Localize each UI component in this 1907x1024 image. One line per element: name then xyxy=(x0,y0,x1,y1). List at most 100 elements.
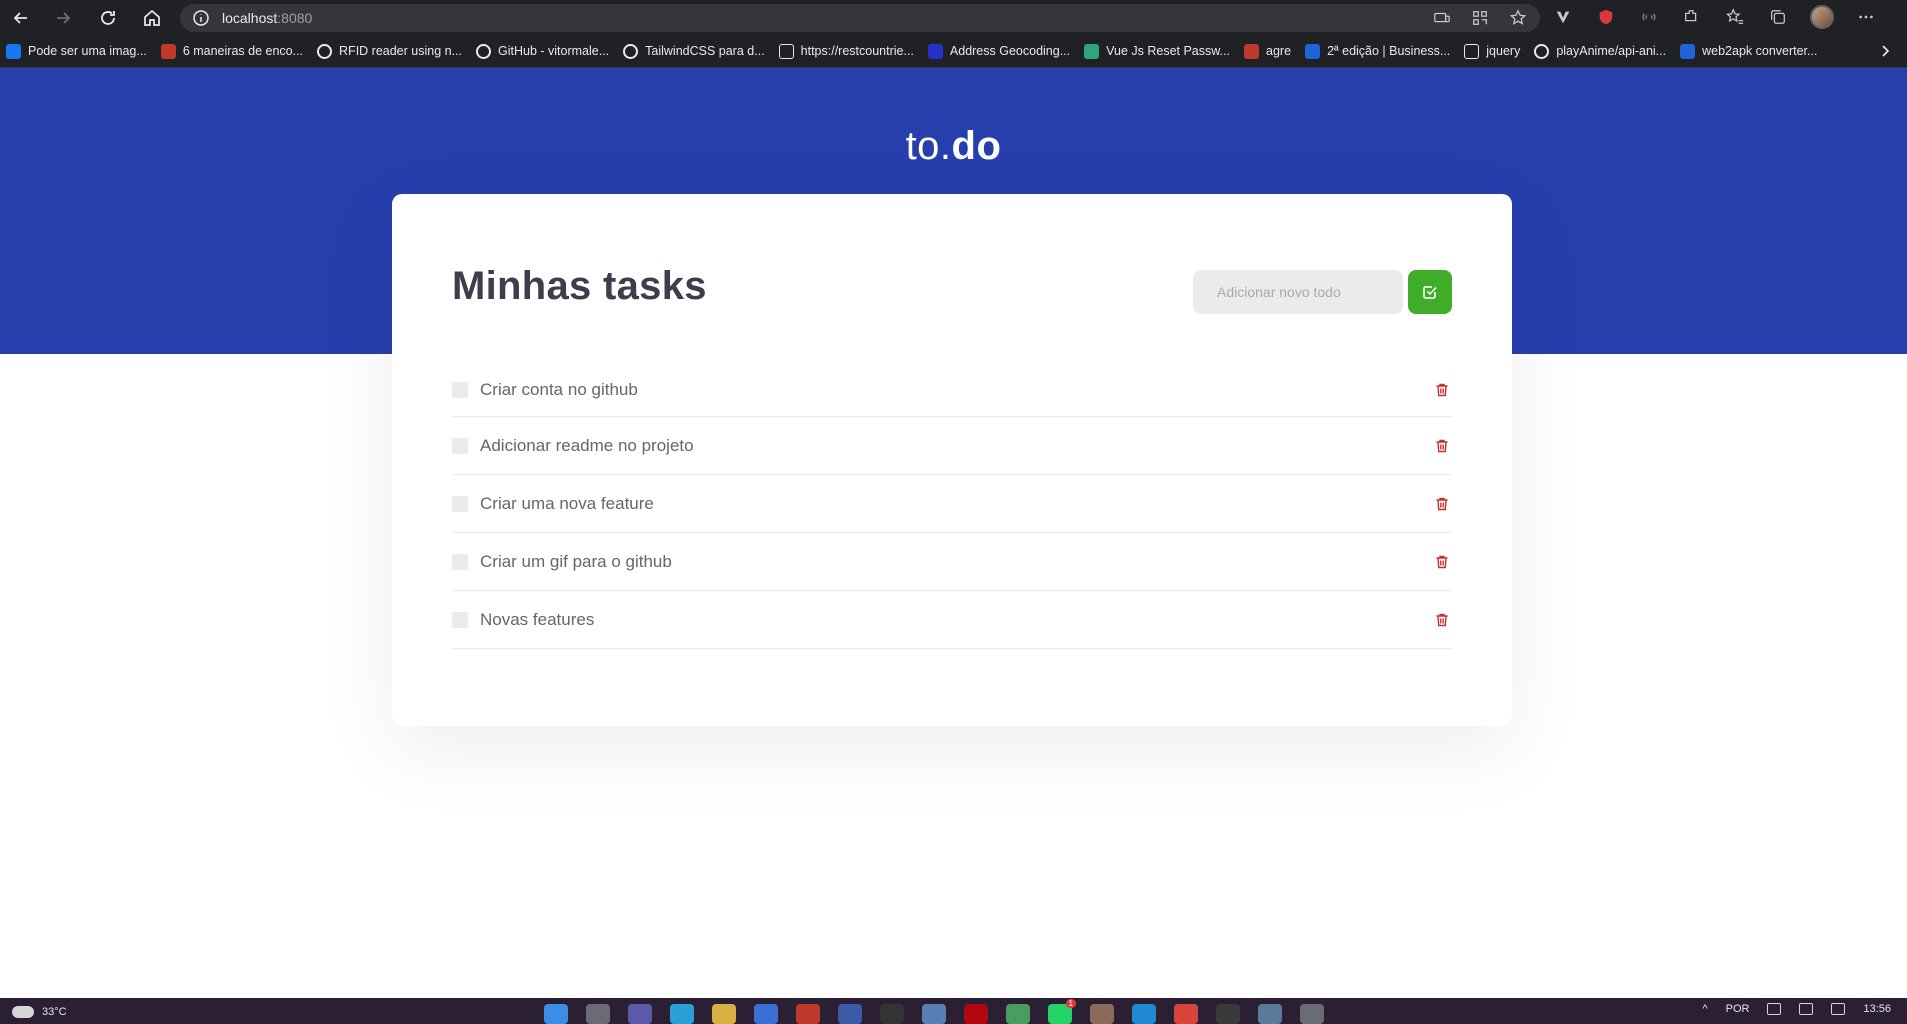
profile-avatar[interactable] xyxy=(1810,5,1834,29)
whatsapp-icon[interactable]: 1 xyxy=(1048,999,1076,1024)
app-icon-5[interactable] xyxy=(1216,1004,1240,1024)
agre-icon xyxy=(1244,43,1260,59)
app-available-icon[interactable] xyxy=(1432,8,1452,28)
book-icon xyxy=(1305,43,1321,59)
store-icon[interactable] xyxy=(754,1004,778,1024)
bookmark-item[interactable]: playAnime/api-ani... xyxy=(1534,43,1667,59)
page-icon xyxy=(1464,43,1480,59)
bookmark-item[interactable]: Vue Js Reset Passw... xyxy=(1084,43,1230,59)
todo-title: Adicionar readme no projeto xyxy=(480,435,694,455)
app-icon-2[interactable] xyxy=(838,1004,862,1024)
file-explorer-icon[interactable] xyxy=(712,1004,736,1024)
app-icon-4[interactable] xyxy=(1090,1004,1114,1024)
add-todo-button[interactable] xyxy=(1408,270,1452,314)
bookmark-item[interactable]: Pode ser uma imag... xyxy=(6,43,147,59)
os-taskbar: 33°C 1 ^ POR 13:56 xyxy=(0,998,1907,1024)
volume-icon[interactable] xyxy=(1799,1003,1814,1015)
github-icon xyxy=(476,43,491,59)
page-title: Minhas tasks xyxy=(452,264,707,308)
site-icon xyxy=(160,43,176,59)
task-view-icon[interactable] xyxy=(586,1004,610,1024)
calculator-icon[interactable] xyxy=(1258,1004,1282,1024)
app-icon[interactable] xyxy=(796,1004,820,1024)
vivaldi-extension-icon[interactable] xyxy=(1552,6,1574,28)
todo-checkbox[interactable] xyxy=(452,495,468,512)
system-tray: ^ POR 13:56 xyxy=(1702,1003,1891,1015)
todo-item: Criar conta no github xyxy=(452,364,1452,417)
todo-title: Criar conta no github xyxy=(480,380,638,399)
bookmark-item[interactable]: 6 maneiras de enco... xyxy=(160,43,304,59)
address-bar[interactable]: localhost:8080 xyxy=(180,4,1540,32)
bookmark-item[interactable]: GitHub - vitormale... xyxy=(476,43,609,59)
delete-todo-button[interactable] xyxy=(1432,552,1452,572)
wave-extension-icon[interactable] xyxy=(1638,6,1660,28)
checkbox-check-icon xyxy=(1423,286,1437,299)
web2apk-icon xyxy=(1680,43,1696,59)
collections-icon[interactable] xyxy=(1767,6,1789,28)
page-icon xyxy=(778,43,794,59)
bookmark-item[interactable]: web2apk converter... xyxy=(1680,43,1817,59)
battery-icon[interactable] xyxy=(1831,1003,1846,1015)
reload-button[interactable] xyxy=(95,5,121,31)
bookmark-label: 6 maneiras de enco... xyxy=(182,44,304,58)
bookmark-label: playAnime/api-ani... xyxy=(1556,44,1667,58)
trash-icon xyxy=(1436,439,1448,452)
teams-icon[interactable] xyxy=(628,1004,652,1024)
bookmark-label: jquery xyxy=(1486,44,1521,58)
todo-checkbox[interactable] xyxy=(452,553,468,570)
chevron-up-icon[interactable]: ^ xyxy=(1702,1003,1707,1015)
bookmark-label: Pode ser uma imag... xyxy=(28,44,147,58)
app-icon-6[interactable] xyxy=(1300,1004,1324,1024)
todo-title: Novas features xyxy=(480,609,595,629)
bookmarks-overflow-icon[interactable] xyxy=(1877,43,1893,59)
bookmark-item[interactable]: https://restcountrie... xyxy=(778,43,914,59)
vscode-icon[interactable] xyxy=(1132,1004,1156,1024)
adblock-extension-icon[interactable] xyxy=(1595,6,1617,28)
bookmark-item[interactable]: 2ª edição | Business... xyxy=(1305,43,1450,59)
logo-prefix: to. xyxy=(905,124,952,168)
more-options-icon[interactable] xyxy=(1855,6,1877,28)
app-logo: to.do xyxy=(0,124,1907,169)
bookmark-item[interactable]: jquery xyxy=(1464,43,1521,59)
netflix-icon[interactable] xyxy=(964,1004,988,1024)
todo-checkbox[interactable] xyxy=(452,611,468,628)
edge-icon[interactable] xyxy=(670,1004,694,1024)
wifi-icon[interactable] xyxy=(1767,1003,1782,1015)
todo-checkbox[interactable] xyxy=(452,437,468,454)
add-favorite-icon[interactable] xyxy=(1508,8,1528,28)
github-icon xyxy=(1534,43,1550,59)
back-button[interactable] xyxy=(8,5,34,31)
language-indicator[interactable]: POR xyxy=(1726,1003,1750,1015)
todo-checkbox[interactable] xyxy=(452,382,468,398)
trash-icon xyxy=(1436,383,1448,397)
extensions-icon[interactable] xyxy=(1681,6,1703,28)
weather-widget[interactable]: 33°C xyxy=(12,1006,67,1018)
github-icon xyxy=(317,43,333,59)
favorites-icon[interactable] xyxy=(1724,6,1746,28)
bookmark-item[interactable]: Address Geocoding... xyxy=(927,43,1070,59)
delete-todo-button[interactable] xyxy=(1432,610,1452,630)
bookmark-item[interactable]: RFID reader using n... xyxy=(317,43,462,59)
todo-title: Criar uma nova feature xyxy=(480,493,654,513)
github-icon xyxy=(623,43,639,59)
forward-button[interactable] xyxy=(50,5,76,31)
bookmark-item[interactable]: TailwindCSS para d... xyxy=(623,43,765,59)
delete-todo-button[interactable] xyxy=(1432,380,1452,400)
clock[interactable]: 13:56 xyxy=(1863,1003,1891,1015)
qr-code-icon[interactable] xyxy=(1470,8,1490,28)
home-button[interactable] xyxy=(139,5,165,31)
chrome-icon[interactable] xyxy=(1174,1004,1198,1024)
site-info-icon[interactable] xyxy=(192,9,210,27)
terminal-icon[interactable] xyxy=(880,1004,904,1024)
mail-icon[interactable] xyxy=(922,1004,946,1024)
page-content: to.do Minhas tasks Criar conta no github… xyxy=(0,68,1907,998)
app-icon-3[interactable] xyxy=(1006,1004,1030,1024)
todo-item: Adicionar readme no projeto xyxy=(452,417,1452,475)
temperature: 33°C xyxy=(42,1006,67,1018)
start-icon[interactable] xyxy=(544,1004,568,1024)
bookmark-item[interactable]: agre xyxy=(1244,43,1291,59)
new-todo-input[interactable] xyxy=(1193,270,1403,314)
todo-item: Criar uma nova feature xyxy=(452,475,1452,533)
delete-todo-button[interactable] xyxy=(1432,494,1452,514)
delete-todo-button[interactable] xyxy=(1432,436,1452,456)
